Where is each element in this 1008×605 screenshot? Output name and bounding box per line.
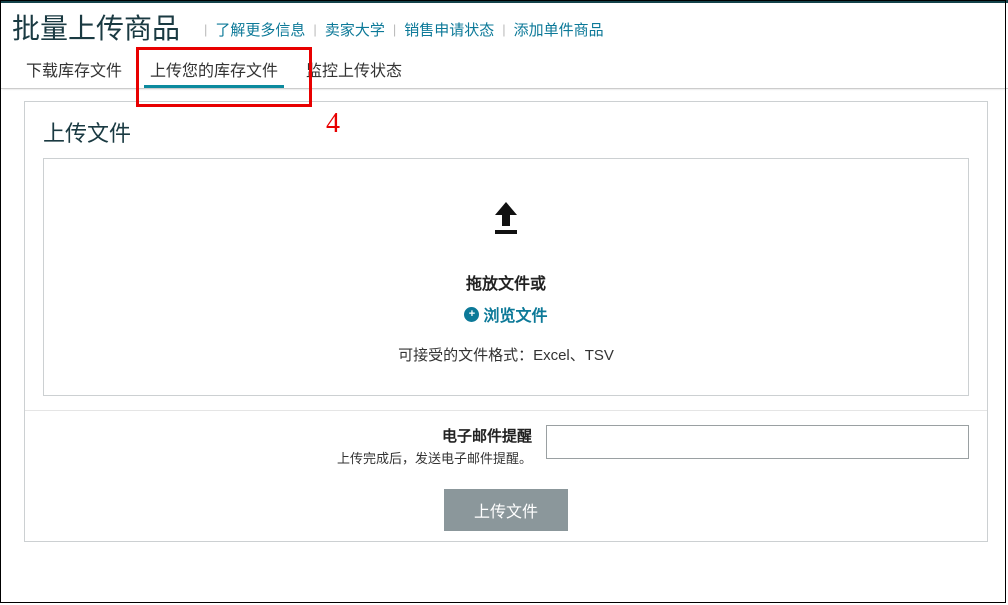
- tab-download-inventory[interactable]: 下载库存文件: [12, 53, 136, 88]
- content: 上传文件 拖放文件或 + 浏览文件 可接受的文件格式：Excel、TSV 电: [0, 89, 1008, 542]
- drop-text: 拖放文件或: [64, 270, 948, 294]
- link-sep: |: [496, 22, 511, 37]
- page-title: 批量上传商品: [12, 7, 180, 47]
- upload-button[interactable]: 上传文件: [444, 489, 568, 531]
- header: 批量上传商品 | 了解更多信息 | 卖家大学 | 销售申请状态 | 添加单件商品: [0, 3, 1008, 47]
- email-input[interactable]: [546, 425, 969, 459]
- email-label: 电子邮件提醒: [43, 425, 532, 446]
- drop-zone[interactable]: 拖放文件或 + 浏览文件 可接受的文件格式：Excel、TSV: [43, 158, 969, 396]
- browse-label: 浏览文件: [483, 302, 547, 326]
- tab-upload-inventory[interactable]: 上传您的库存文件: [136, 53, 292, 88]
- link-sep: |: [387, 22, 402, 37]
- card-title: 上传文件: [25, 102, 987, 158]
- link-seller-university[interactable]: 卖家大学: [323, 19, 387, 40]
- tab-monitor-status[interactable]: 监控上传状态: [292, 53, 416, 88]
- email-reminder-row: 电子邮件提醒 上传完成后，发送电子邮件提醒。: [25, 410, 987, 471]
- link-sales-status[interactable]: 销售申请状态: [402, 19, 496, 40]
- link-sep: |: [307, 22, 322, 37]
- link-add-single[interactable]: 添加单件商品: [512, 19, 606, 40]
- upload-card: 上传文件 拖放文件或 + 浏览文件 可接受的文件格式：Excel、TSV 电: [24, 101, 988, 542]
- submit-row: 上传文件: [25, 471, 987, 541]
- upload-icon: [487, 199, 525, 237]
- header-links: | 了解更多信息 | 卖家大学 | 销售申请状态 | 添加单件商品: [198, 19, 606, 40]
- accepted-formats-text: 可接受的文件格式：Excel、TSV: [64, 344, 948, 365]
- email-hint: 上传完成后，发送电子邮件提醒。: [43, 448, 532, 467]
- plus-icon: +: [464, 307, 479, 322]
- browse-file-link[interactable]: + 浏览文件: [464, 302, 547, 326]
- email-label-block: 电子邮件提醒 上传完成后，发送电子邮件提醒。: [43, 425, 538, 467]
- page-root: 批量上传商品 | 了解更多信息 | 卖家大学 | 销售申请状态 | 添加单件商品…: [0, 0, 1008, 542]
- link-sep: |: [198, 22, 213, 37]
- tabs: 下载库存文件 上传您的库存文件 监控上传状态: [0, 47, 1008, 89]
- link-learn-more[interactable]: 了解更多信息: [213, 19, 307, 40]
